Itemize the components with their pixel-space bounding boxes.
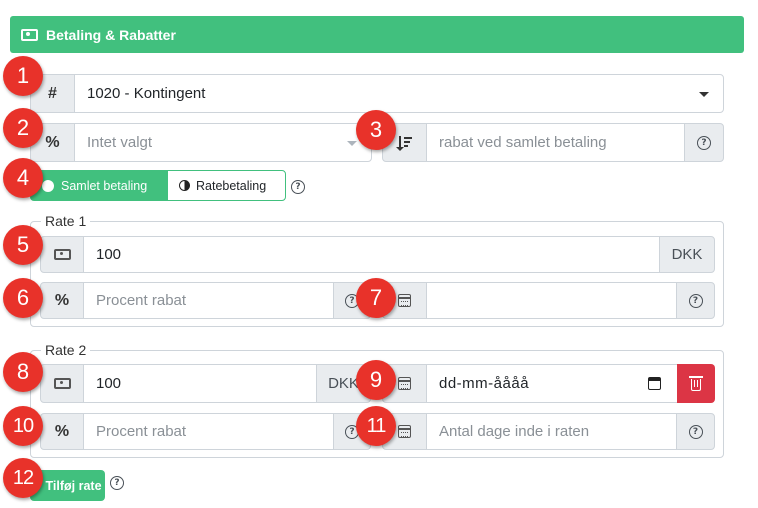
rate2-amount-input[interactable]: 100: [83, 364, 317, 403]
annotation-badge-1: 1: [3, 56, 43, 96]
rate2-date-input[interactable]: dd-mm-åååå: [426, 364, 678, 403]
calendar-icon: [398, 294, 411, 307]
question-icon: ?: [688, 293, 703, 308]
rate1-amount-value: 100: [96, 246, 122, 263]
annotation-badge-5: 5: [3, 225, 43, 265]
toggle-help-icon[interactable]: ?: [291, 180, 305, 194]
annotation-badge-10: 10: [3, 406, 43, 446]
chevron-down-icon: [699, 91, 709, 97]
annotation-badge-9: 9: [356, 360, 396, 400]
rate1-currency: DKK: [671, 246, 703, 263]
toggle-samlet-betaling[interactable]: Samlet betaling: [30, 170, 167, 201]
question-icon: ?: [697, 135, 711, 150]
toggle-on-label: Samlet betaling: [61, 178, 148, 193]
discount-select-value: Intet valgt: [87, 134, 153, 151]
rate1-date-help[interactable]: ?: [676, 282, 715, 319]
rate2-amount-value: 100: [96, 375, 122, 392]
annotation-badge-3: 3: [356, 110, 396, 150]
discount-select[interactable]: Intet valgt: [74, 123, 372, 162]
annotation-badge-12: 12: [3, 458, 43, 498]
payment-toggle[interactable]: Samlet betaling Ratebetaling: [30, 170, 286, 201]
annotation-badge-7: 7: [356, 278, 396, 318]
money-icon: [53, 249, 71, 260]
annotation-badge-6: 6: [3, 278, 43, 318]
annotation-badge-11: 11: [356, 406, 396, 446]
rate2-currency: DKK: [328, 375, 359, 392]
calendar-icon: [398, 377, 411, 390]
rate1-currency-addon: DKK: [659, 236, 715, 273]
contingent-select-value: 1020 - Kontingent: [87, 85, 206, 102]
question-icon: ?: [688, 424, 703, 439]
toggle-dot-icon: [42, 179, 54, 192]
rate2-delete-button[interactable]: [677, 364, 715, 403]
section-header: Betaling & Rabatter: [10, 16, 744, 53]
rate1-percent-addon: %: [40, 282, 84, 319]
percent-icon: %: [45, 133, 60, 151]
percent-icon: %: [54, 422, 70, 440]
add-rate-label: Tilføj rate: [45, 478, 102, 493]
rate2-days-help[interactable]: ?: [676, 413, 715, 450]
toggle-off-label: Ratebetaling: [196, 178, 267, 193]
rate2-date-value: dd-mm-åååå: [439, 375, 530, 392]
section-title: Betaling & Rabatter: [46, 26, 176, 43]
rate2-percent-addon: %: [40, 413, 84, 450]
percent-icon: %: [54, 291, 70, 309]
rate1-percent-input[interactable]: Procent rabat: [83, 282, 334, 319]
annotation-badge-4: 4: [3, 158, 43, 198]
rate2-percent-input[interactable]: Procent rabat: [83, 413, 334, 450]
rate2-days-placeholder: Antal dage inde i raten: [439, 423, 590, 440]
rate1-amount-addon: [40, 236, 84, 273]
hash-icon: #: [48, 84, 57, 102]
rate2-legend: Rate 2: [45, 342, 87, 358]
money-icon: [21, 28, 38, 41]
toggle-ratebetaling[interactable]: Ratebetaling: [167, 170, 286, 201]
contingent-select[interactable]: 1020 - Kontingent: [74, 74, 724, 113]
rate1-amount-input[interactable]: 100: [83, 236, 660, 273]
date-picker-icon[interactable]: [648, 377, 661, 390]
annotation-badge-8: 8: [3, 352, 43, 392]
rate1-date-input[interactable]: [426, 282, 677, 319]
rate2-amount-addon: [40, 364, 84, 403]
half-circle-icon: [179, 180, 190, 191]
rate1-legend: Rate 1: [45, 213, 87, 229]
annotation-badge-2: 2: [3, 108, 43, 148]
discount-text-input[interactable]: rabat ved samlet betaling: [426, 123, 685, 162]
add-rate-help-icon[interactable]: ?: [110, 476, 124, 490]
trash-icon: [689, 376, 703, 391]
discount-help-addon[interactable]: ?: [684, 123, 724, 162]
chevron-down-icon: [347, 140, 357, 146]
discount-text-placeholder: rabat ved samlet betaling: [439, 134, 607, 151]
rate2-days-input[interactable]: Antal dage inde i raten: [426, 413, 677, 450]
rate1-percent-placeholder: Procent rabat: [96, 292, 187, 309]
sort-icon: [395, 135, 412, 151]
calendar-icon: [398, 425, 411, 438]
rate2-percent-placeholder: Procent rabat: [96, 423, 187, 440]
money-icon: [53, 378, 71, 389]
